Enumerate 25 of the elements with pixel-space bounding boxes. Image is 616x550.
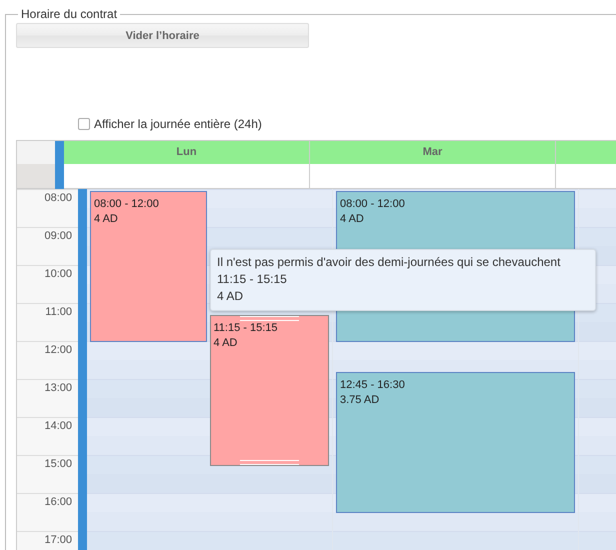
event-time: 08:00 - 12:00 <box>340 197 406 212</box>
time-label: 14:00 <box>44 420 72 433</box>
time-label: 15:00 <box>44 458 72 471</box>
tooltip-text: 4 AD <box>217 288 244 305</box>
time-label: 11:00 <box>45 306 72 319</box>
time-label: 08:00 <box>44 192 72 205</box>
event-time: 08:00 - 12:00 <box>94 197 160 212</box>
time-label: 09:00 <box>44 230 72 243</box>
time-label: 10:00 <box>44 268 72 281</box>
time-label: 16:00 <box>44 496 72 509</box>
event-time: 12:45 - 16:30 <box>340 378 406 392</box>
time-label: 12:00 <box>44 344 72 357</box>
event-amount: 4 AD <box>340 212 365 227</box>
time-label: 13:00 <box>44 382 72 395</box>
time-label: 17:00 <box>44 534 72 547</box>
event-amount: 3.75 AD <box>340 392 380 408</box>
group-title: Horaire du contrat <box>20 8 118 21</box>
tooltip-text: 11:15 - 15:15 <box>217 271 288 288</box>
event-amount: 4 AD <box>94 212 119 227</box>
day-header: Mar <box>310 141 556 164</box>
day-header: Lun <box>64 141 310 164</box>
event-amount: 4 AD <box>214 336 238 350</box>
checkbox-label: Afficher la journée entière (24h) <box>94 117 262 131</box>
event-time: 11:15 - 15:15 <box>214 320 279 336</box>
tooltip-text: Il n'est pas permis d'avoir des demi-journées qui se chevauchent <box>217 254 562 271</box>
